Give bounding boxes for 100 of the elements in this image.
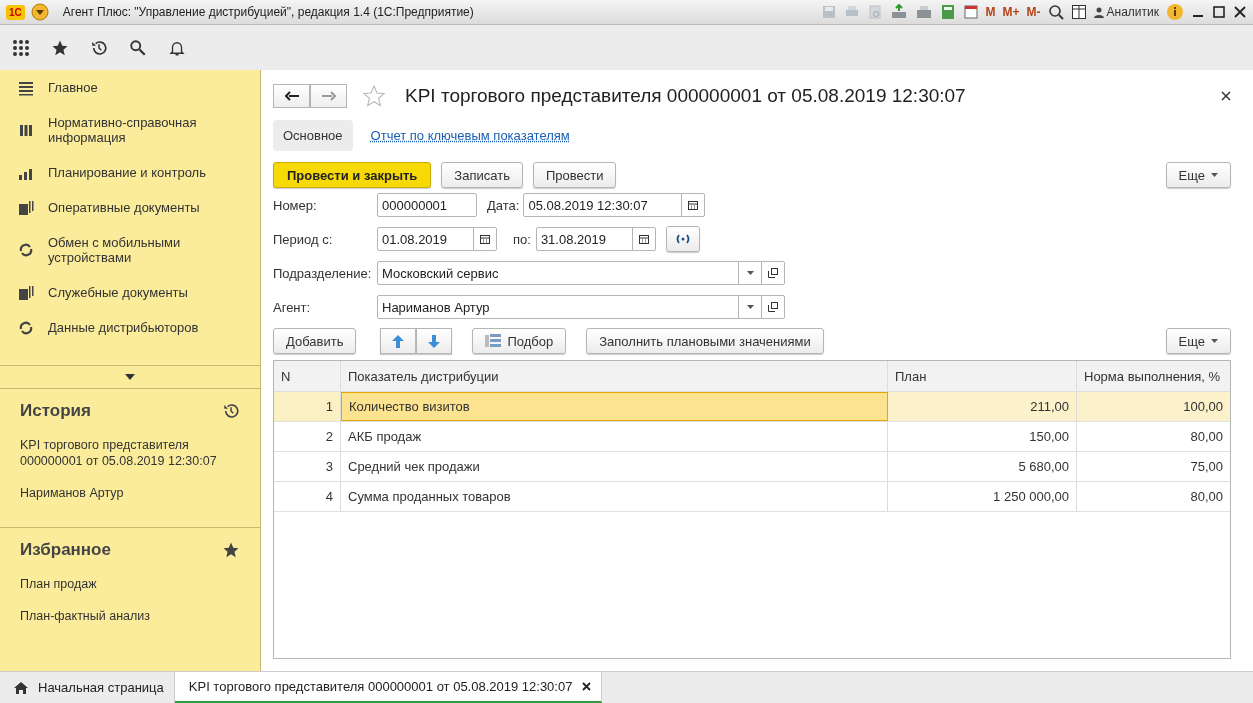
tab-label: KPI торгового представителя 000000001 от 05.08.2019 12:30:07 [188, 679, 573, 694]
table-row[interactable]: 3 Средний чек продажи 5 680,00 75,00 [274, 452, 1230, 482]
panel-icon[interactable] [1070, 4, 1087, 20]
close-icon[interactable] [1221, 91, 1231, 101]
column-header[interactable]: План [888, 361, 1077, 391]
sidebar-item[interactable]: Планирование и контроль [0, 155, 260, 190]
number-field[interactable]: 000000001 [377, 193, 477, 217]
move-down-button[interactable] [416, 328, 453, 354]
forward-arrow-icon [321, 91, 336, 101]
table-row[interactable]: 4 Сумма проданных товаров 1 250 000,00 80,00 [274, 482, 1230, 512]
calendar-icon [638, 234, 649, 244]
expand-arrow-icon[interactable] [125, 374, 135, 380]
favorite-link[interactable]: План-фактный анализ [20, 608, 240, 624]
home-icon [14, 681, 28, 694]
favorites-title: Избранное [20, 540, 111, 560]
column-header[interactable]: N [274, 361, 341, 391]
period-icon [674, 234, 691, 244]
close-icon[interactable] [582, 682, 592, 691]
more-button[interactable]: Еще [1165, 328, 1231, 354]
fill-plan-button[interactable]: Заполнить плановыми значениями [586, 328, 824, 354]
tab-label: Начальная страница [38, 680, 164, 695]
post-button[interactable]: Провести [532, 162, 617, 188]
user-menu[interactable]: Аналитик [1093, 5, 1159, 19]
table-cell: АКБ продаж [341, 422, 888, 451]
form-title: KPI торгового представителя 000000001 от 05.08.2019 12:30:07 [405, 85, 966, 107]
period-button[interactable] [665, 226, 700, 252]
menu-dropdown-icon[interactable] [30, 3, 49, 21]
star-icon[interactable] [222, 541, 240, 559]
back-button[interactable] [273, 84, 310, 108]
sidebar-item[interactable]: Обмен с мобильными устройствами [0, 225, 260, 275]
info-icon[interactable] [1166, 3, 1184, 21]
favorite-link[interactable]: План продаж [20, 576, 240, 592]
calendar-icon [480, 234, 490, 244]
sidebar-item[interactable]: Данные дистрибьюторов [0, 310, 260, 345]
app-logo[interactable]: 1С [6, 4, 25, 20]
period-to-field[interactable]: 31.08.2019 [535, 227, 656, 251]
close-icon[interactable] [1233, 5, 1247, 19]
form-tab[interactable]: Основное [273, 119, 353, 151]
calendar-icon [688, 200, 699, 210]
sidebar-item[interactable]: Нормативно-справочная информация [0, 105, 260, 155]
down-arrow-icon [428, 334, 441, 348]
calendar-icon[interactable] [962, 4, 979, 20]
documents-icon [18, 284, 34, 301]
user-name: Аналитик [1106, 5, 1159, 19]
history-link[interactable]: Нариманов Артур [20, 485, 240, 501]
search-icon[interactable] [129, 38, 147, 57]
table-row[interactable]: 2 АКБ продаж 150,00 80,00 [274, 422, 1230, 452]
dropdown-icon [746, 271, 754, 275]
period-from-field[interactable]: 01.08.2019 [377, 227, 497, 251]
field-label: Дата: [487, 197, 520, 213]
history-icon[interactable] [222, 402, 240, 420]
sidebar-item[interactable]: Оперативные документы [0, 190, 260, 225]
user-icon [1093, 6, 1104, 18]
save-button[interactable]: Записать [441, 162, 523, 188]
table-cell-text: 80,00 [1189, 488, 1224, 506]
table-cell: Сумма проданных товаров [341, 482, 888, 511]
table-cell: 2 [274, 422, 341, 451]
upload-icon[interactable] [889, 4, 908, 20]
form-tab[interactable]: Отчет по ключевым показателям [360, 119, 580, 151]
scanner-icon[interactable] [914, 4, 933, 20]
column-header[interactable]: Норма выполнения, % [1077, 361, 1230, 391]
table-cell: 1 250 000,00 [888, 482, 1077, 511]
back-arrow-icon [284, 91, 299, 101]
agent-field[interactable]: Нариманов Артур [377, 295, 785, 319]
sync-icon [18, 242, 34, 258]
table-cell-text: 80,00 [1189, 428, 1224, 446]
memory-button[interactable]: M [985, 5, 996, 19]
table-cell: 150,00 [888, 422, 1077, 451]
zoom-icon[interactable] [1047, 4, 1064, 20]
pick-button[interactable]: Подбор [472, 328, 567, 354]
calculator-icon[interactable] [939, 4, 956, 20]
department-field[interactable]: Московский сервис [377, 261, 785, 285]
add-button[interactable]: Добавить [273, 328, 357, 354]
window-tab[interactable]: Начальная страница [0, 672, 175, 703]
field-label: по: [513, 231, 531, 247]
maximize-icon[interactable] [1212, 5, 1226, 19]
history-link[interactable]: KPI торгового представителя 000000001 от 05.08.2019 12:30:07 [20, 437, 240, 469]
memory-button[interactable]: M+ [1002, 5, 1020, 19]
table-cell: 100,00 [1077, 392, 1230, 421]
history-title: История [20, 401, 91, 421]
window-tab[interactable]: KPI торгового представителя 000000001 от 05.08.2019 12:30:07 [174, 672, 603, 703]
open-window-icon [768, 302, 778, 312]
star-icon[interactable] [361, 84, 387, 108]
sidebar-item[interactable]: Служебные документы [0, 275, 260, 310]
table-row[interactable]: 1 Количество визитов 211,00 100,00 [274, 392, 1230, 422]
move-up-button[interactable] [380, 328, 417, 354]
history-icon[interactable] [90, 38, 108, 57]
field-label: Период с: [273, 231, 334, 247]
memory-button[interactable]: M- [1026, 5, 1041, 19]
post-and-close-button[interactable]: Провести и закрыть [273, 162, 432, 188]
table-cell: 4 [274, 482, 341, 511]
column-header[interactable]: Показатель дистрибуции [341, 361, 888, 391]
date-field[interactable]: 05.08.2019 12:30:07 [523, 193, 706, 217]
table-cell: Количество визитов [341, 392, 888, 421]
window-title: Агент Плюс: "Управление дистрибуцией", редакция 1.4 (1С:Предприятие) [62, 5, 474, 19]
apps-grid-icon[interactable] [12, 38, 30, 57]
more-button[interactable]: Еще [1165, 162, 1231, 188]
sync-icon [18, 319, 34, 336]
sidebar-item[interactable]: Главное [0, 70, 260, 105]
dropdown-icon [746, 305, 754, 309]
